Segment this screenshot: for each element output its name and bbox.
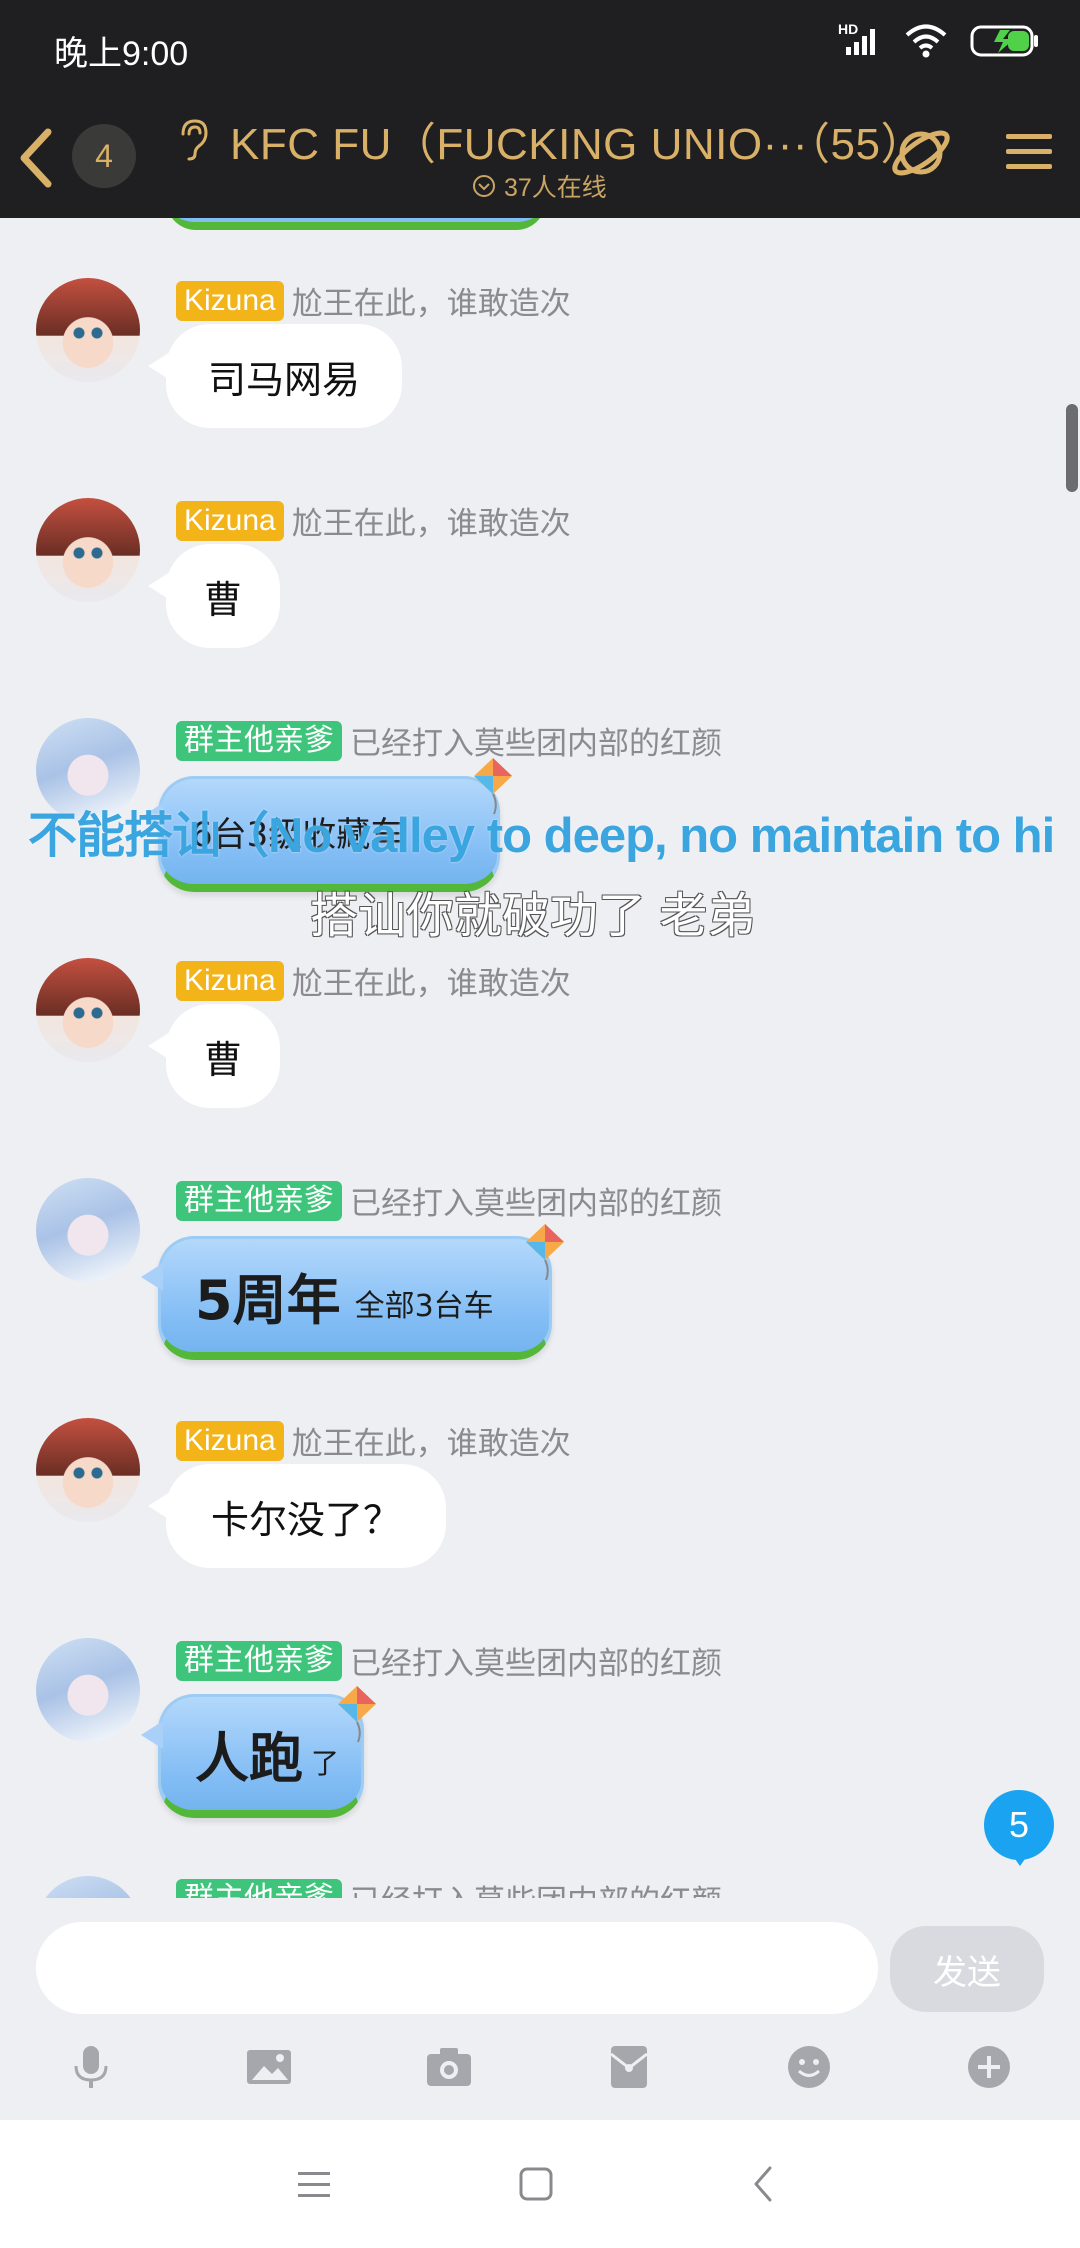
sender-badge[interactable]: 群主他亲爹	[176, 1181, 342, 1221]
danmaku-comment: 搭讪你就破功了 老弟	[310, 876, 755, 946]
sender-title: 尬王在此，谁敢造次	[292, 958, 571, 1003]
kite-icon	[334, 1684, 380, 1744]
message-bubble[interactable]: 司马网易	[166, 324, 402, 428]
input-bar: 发送	[0, 1898, 1080, 2120]
back-arrow-icon[interactable]	[10, 122, 66, 194]
sender-badge[interactable]: Kizuna	[176, 961, 284, 1001]
sender-line: Kizuna 尬王在此，谁敢造次	[176, 278, 571, 323]
avatar[interactable]	[36, 958, 140, 1062]
message-list[interactable]: Kizuna 尬王在此，谁敢造次 司马网易 Kizuna 尬王在此，谁敢造次 曹…	[0, 218, 1080, 1898]
scrollbar-thumb[interactable]	[1066, 404, 1078, 492]
sender-line: Kizuna 尬王在此，谁敢造次	[176, 958, 571, 1003]
signal-icon: HD	[838, 25, 882, 57]
wifi-icon	[904, 24, 948, 58]
sender-line: 群主他亲爹 已经打入莫些团内部的红颜	[176, 1638, 722, 1683]
sender-title: 已经打入莫些团内部的红颜	[350, 1876, 722, 1898]
online-count: 37人在线	[504, 168, 607, 204]
sender-badge[interactable]: Kizuna	[176, 281, 284, 321]
sender-badge[interactable]: 群主他亲爹	[176, 721, 342, 761]
chevron-down-circle-icon	[472, 174, 496, 198]
sender-title: 已经打入莫些团内部的红颜	[350, 718, 722, 763]
status-bar: 晚上9:00 HD	[0, 0, 1080, 100]
sender-title: 已经打入莫些团内部的红颜	[350, 1178, 722, 1223]
kite-icon	[522, 1222, 568, 1282]
sender-title: 尬王在此，谁敢造次	[292, 1418, 571, 1463]
emoji-icon[interactable]	[784, 2042, 834, 2092]
ear-icon	[176, 118, 210, 162]
status-icons: HD	[838, 24, 1040, 58]
hamburger-menu-icon[interactable]	[1004, 130, 1054, 174]
sender-title: 已经打入莫些团内部的红颜	[350, 1638, 722, 1683]
plus-icon[interactable]	[964, 2042, 1014, 2092]
home-icon[interactable]	[508, 2156, 564, 2212]
message-bubble[interactable]: 5周年 全部3台车	[158, 1236, 552, 1360]
sender-badge[interactable]: 群主他亲爹	[176, 1641, 342, 1681]
message-text-small: 全部3台车	[355, 1281, 494, 1325]
system-nav-bar	[0, 2120, 1080, 2248]
message-text-large: 人跑	[195, 1714, 303, 1793]
new-messages-badge[interactable]: 5	[984, 1790, 1054, 1860]
partial-bubble-top	[166, 218, 546, 230]
sender-line: 群主他亲爹 已经打入莫些团内部的红颜	[176, 718, 722, 763]
microphone-icon[interactable]	[66, 2042, 116, 2092]
chat-screen: 晚上9:00 HD 4 KFC FU（FUCKING UNIO···（55） 3…	[0, 0, 1080, 2248]
menu-icon[interactable]	[286, 2156, 342, 2212]
sender-badge[interactable]: Kizuna	[176, 1421, 284, 1461]
message-bubble[interactable]: 曹	[166, 1004, 280, 1108]
message-bubble[interactable]: 曹	[166, 544, 280, 648]
danmaku-comment: 不能搭讪（No valley to deep, no maintain to h…	[28, 796, 1054, 867]
group-title[interactable]: KFC FU（FUCKING UNIO···（55）	[230, 108, 925, 172]
sender-title: 尬王在此，谁敢造次	[292, 278, 571, 323]
battery-icon	[970, 24, 1040, 58]
message-bubble[interactable]: 卡尔没了？	[166, 1464, 446, 1568]
sender-badge[interactable]: Kizuna	[176, 501, 284, 541]
sender-line: Kizuna 尬王在此，谁敢造次	[176, 498, 571, 543]
sender-line: Kizuna 尬王在此，谁敢造次	[176, 1418, 571, 1463]
red-packet-icon[interactable]	[604, 2042, 654, 2092]
avatar[interactable]	[36, 1876, 140, 1898]
avatar[interactable]	[36, 1638, 140, 1742]
sender-badge[interactable]: 群主他亲爹	[176, 1879, 342, 1899]
avatar[interactable]	[36, 498, 140, 602]
message-input[interactable]	[36, 1922, 878, 2014]
unread-count-badge[interactable]: 4	[72, 124, 136, 188]
sender-line: 群主他亲爹 已经打入莫些团内部的红颜	[176, 1876, 722, 1898]
message-text-large: 5周年	[195, 1256, 341, 1335]
planet-icon[interactable]	[888, 120, 954, 186]
send-button[interactable]: 发送	[890, 1926, 1044, 2012]
camera-icon[interactable]	[424, 2042, 474, 2092]
status-time: 晚上9:00	[54, 26, 188, 75]
avatar[interactable]	[36, 1178, 140, 1282]
avatar[interactable]	[36, 278, 140, 382]
sender-line: 群主他亲爹 已经打入莫些团内部的红颜	[176, 1178, 722, 1223]
back-icon[interactable]	[736, 2156, 792, 2212]
sender-title: 尬王在此，谁敢造次	[292, 498, 571, 543]
image-icon[interactable]	[244, 2042, 294, 2092]
online-status[interactable]: 37人在线	[472, 168, 607, 204]
avatar[interactable]	[36, 1418, 140, 1522]
message-text-small: 了	[311, 1742, 339, 1782]
